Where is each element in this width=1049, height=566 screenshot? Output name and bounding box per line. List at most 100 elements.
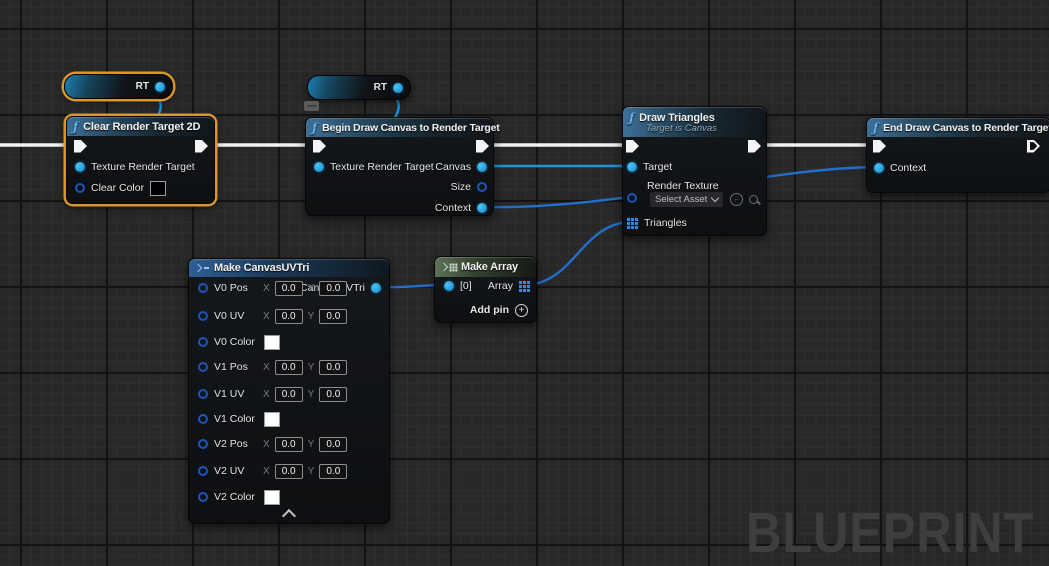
axis-y-label: Y: [308, 311, 315, 322]
texture-render-target-pin[interactable]: [75, 162, 85, 172]
v2-uv-y-input[interactable]: [319, 464, 347, 479]
pin-label: V0 Pos: [214, 282, 258, 294]
node-header[interactable]: ƒ Begin Draw Canvas to Render Target: [306, 118, 493, 137]
v0-color-pin[interactable]: [198, 337, 208, 347]
context-output-pin[interactable]: [477, 203, 487, 213]
render-texture-pin[interactable]: [627, 193, 637, 203]
canvas-output-pin[interactable]: [477, 162, 487, 172]
clear-color-pin[interactable]: [75, 183, 85, 193]
v0-uv-pin[interactable]: [198, 311, 208, 321]
v2-uv-pin[interactable]: [198, 466, 208, 476]
add-pin-label: Add pin: [470, 304, 509, 316]
node-title: Begin Draw Canvas to Render Target: [322, 122, 499, 134]
v0-uv-x-input[interactable]: [275, 309, 303, 324]
node-begin-draw-canvas[interactable]: ƒ Begin Draw Canvas to Render Target Tex…: [305, 117, 494, 216]
target-input-pin[interactable]: [627, 162, 637, 172]
comment-bubble-icon[interactable]: [304, 101, 319, 111]
wire-array-triangles: [521, 222, 631, 285]
axis-y-label: Y: [308, 389, 315, 400]
exec-in-pin[interactable]: [313, 140, 326, 153]
v2-color-pin[interactable]: [198, 492, 208, 502]
clear-color-swatch[interactable]: [150, 181, 166, 196]
rt1-output-pin[interactable]: [155, 82, 165, 92]
v2-color-swatch[interactable]: [264, 490, 280, 505]
v1-uv-x-input[interactable]: [275, 387, 303, 402]
pin-label: Texture Render Target: [91, 161, 195, 173]
axis-x-label: X: [263, 311, 270, 322]
v1-pos-x-input[interactable]: [275, 360, 303, 375]
pin-row-canvas: Canvas: [435, 158, 487, 176]
axis-x-label: X: [263, 439, 270, 450]
canvas-uvtri-output-pin[interactable]: [371, 283, 381, 293]
exec-out-pin[interactable]: [748, 140, 761, 153]
pin-row-v0-pos: V0 Pos X Y: [198, 279, 347, 297]
node-end-draw-canvas[interactable]: ƒ End Draw Canvas to Render Target Conte…: [866, 117, 1049, 193]
exec-in-pin[interactable]: [626, 140, 639, 153]
node-rt-variable-2[interactable]: RT: [307, 75, 411, 100]
pin-label: V1 UV: [214, 388, 258, 400]
add-pin-plus-icon[interactable]: +: [515, 304, 528, 317]
axis-x-label: X: [263, 389, 270, 400]
v1-uv-y-input[interactable]: [319, 387, 347, 402]
node-header[interactable]: ƒ End Draw Canvas to Render Target: [867, 118, 1049, 137]
v0-color-swatch[interactable]: [264, 335, 280, 350]
axis-x-label: X: [263, 466, 270, 477]
function-icon: ƒ: [873, 121, 878, 135]
node-subtitle: Target is Canvas: [646, 123, 717, 134]
v1-pos-y-input[interactable]: [319, 360, 347, 375]
array-output-pin[interactable]: [519, 281, 530, 292]
pin-label: Context: [435, 202, 471, 214]
node-rt-variable-1[interactable]: RT: [64, 74, 173, 99]
v2-pos-x-input[interactable]: [275, 437, 303, 452]
pin-label: Target: [643, 161, 672, 173]
v0-pos-y-input[interactable]: [319, 281, 347, 296]
exec-in-pin[interactable]: [873, 140, 886, 153]
v1-color-swatch[interactable]: [264, 412, 280, 427]
triangles-array-pin[interactable]: [627, 218, 638, 229]
exec-in-pin[interactable]: [74, 140, 87, 153]
exec-out-pin[interactable]: [195, 140, 208, 153]
pin-row-v0-color: V0 Color: [198, 333, 280, 351]
node-header[interactable]: Make CanvasUVTri: [189, 259, 389, 277]
make-array-icon-grid: [450, 263, 458, 271]
browse-asset-icon[interactable]: [749, 195, 758, 204]
element-0-input-pin[interactable]: [444, 281, 454, 291]
context-input-pin[interactable]: [874, 163, 884, 173]
exec-row: [313, 137, 326, 155]
add-pin-row: Add pin +: [470, 301, 528, 319]
exec-out-pin[interactable]: [476, 140, 489, 153]
texture-render-target-pin[interactable]: [314, 162, 324, 172]
collapse-chevron-icon[interactable]: [282, 509, 296, 523]
node-draw-triangles[interactable]: ƒ Draw Triangles Target is Canvas Target…: [622, 106, 767, 236]
variable-label: RT: [136, 81, 149, 92]
chevron-down-icon: [711, 193, 719, 201]
v1-pos-pin[interactable]: [198, 362, 208, 372]
pin-label: Size: [451, 181, 471, 193]
v2-pos-pin[interactable]: [198, 439, 208, 449]
exec-row: [873, 137, 886, 155]
node-make-canvasuvtri[interactable]: Make CanvasUVTri Canvas UVTri V0 Pos X Y…: [188, 258, 390, 524]
v1-color-pin[interactable]: [198, 414, 208, 424]
size-output-pin[interactable]: [477, 182, 487, 192]
pin-row-texture-render-target: Texture Render Target: [314, 158, 434, 176]
node-title: End Draw Canvas to Render Target: [883, 122, 1049, 134]
node-header[interactable]: ƒ Draw Triangles Target is Canvas: [623, 107, 766, 137]
pin-label: Context: [890, 162, 926, 174]
function-icon: ƒ: [312, 121, 317, 135]
node-clear-render-target-2d[interactable]: ƒ Clear Render Target 2D Texture Render …: [66, 116, 215, 204]
blueprint-graph-canvas[interactable]: { "watermark": "BLUEPRINT", "colors": { …: [0, 0, 1049, 545]
exec-out-pin[interactable]: [1027, 140, 1040, 153]
node-header[interactable]: Make Array: [435, 257, 536, 277]
v0-pos-x-input[interactable]: [275, 281, 303, 296]
select-asset-dropdown[interactable]: Select Asset: [649, 191, 724, 208]
pin-label: V2 Color: [214, 491, 258, 503]
rt2-output-pin[interactable]: [393, 83, 403, 93]
v2-pos-y-input[interactable]: [319, 437, 347, 452]
use-selected-icon[interactable]: ←: [730, 193, 743, 206]
v2-uv-x-input[interactable]: [275, 464, 303, 479]
node-make-array[interactable]: Make Array [0] Array Add pin +: [434, 256, 537, 323]
node-header[interactable]: ƒ Clear Render Target 2D: [67, 117, 214, 136]
v0-uv-y-input[interactable]: [319, 309, 347, 324]
v1-uv-pin[interactable]: [198, 389, 208, 399]
v0-pos-pin[interactable]: [198, 283, 208, 293]
